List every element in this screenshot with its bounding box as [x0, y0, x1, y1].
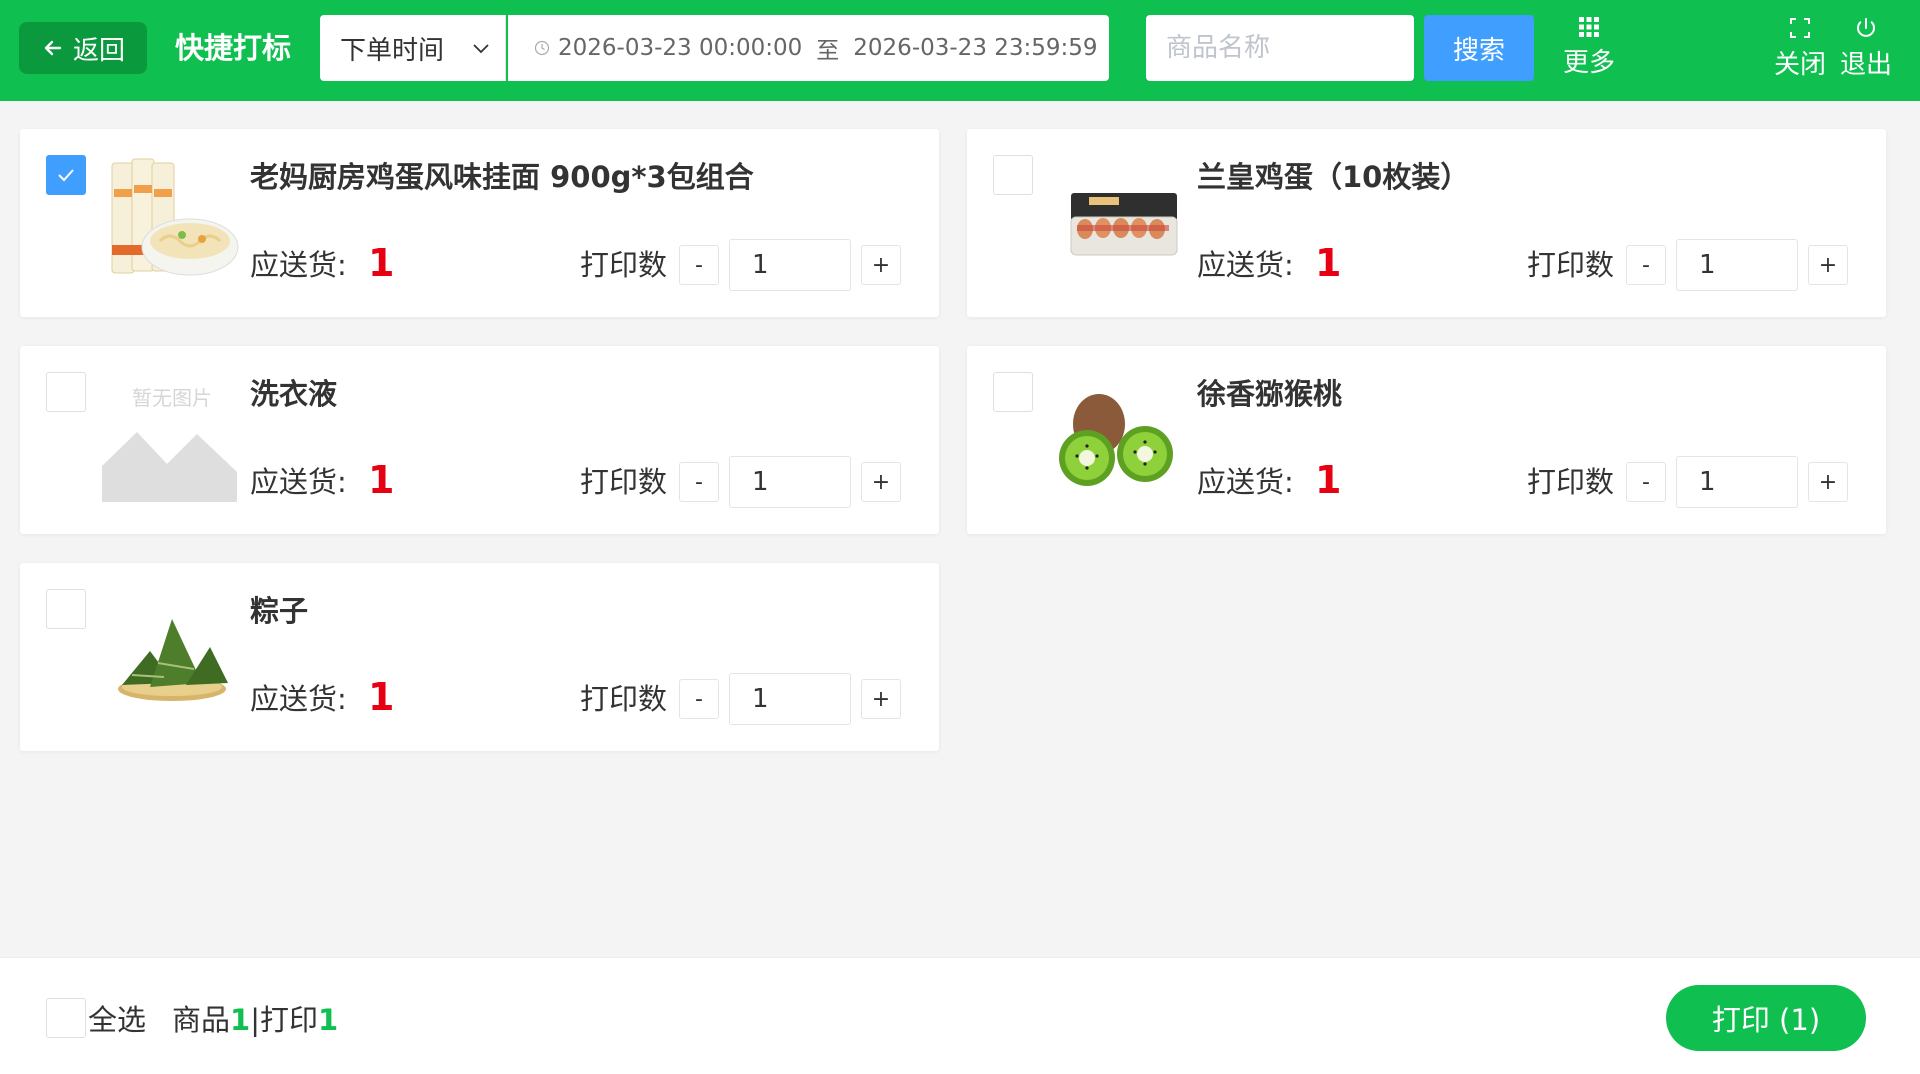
goods-count: 1: [230, 1003, 251, 1037]
egg-carton-image: [1049, 155, 1189, 285]
logout-button[interactable]: 退出: [1836, 16, 1896, 82]
print-label: 打印: [259, 1003, 318, 1037]
print-count-label: 打印数: [580, 248, 668, 282]
selection-summary: 商品1|打印1: [172, 1000, 338, 1040]
print-count: 1: [318, 1003, 339, 1037]
grid-icon: [1579, 17, 1599, 37]
search-button[interactable]: 搜索: [1424, 15, 1534, 81]
close-fullscreen-button[interactable]: 关闭: [1770, 16, 1830, 82]
increment-button[interactable]: +: [1808, 462, 1848, 502]
print-quantity-input[interactable]: [1676, 239, 1798, 291]
decrement-button[interactable]: -: [1626, 245, 1666, 285]
product-name-search-input[interactable]: [1146, 15, 1414, 81]
ship-quantity: 1: [368, 675, 395, 719]
date-separator: 至: [816, 38, 840, 64]
ship-quantity: 1: [1315, 241, 1342, 285]
print-quantity-input[interactable]: [1676, 456, 1798, 508]
select-all-label: 全选: [88, 1003, 147, 1037]
ship-label: 应送货:: [1197, 248, 1294, 282]
ship-quantity: 1: [1315, 458, 1342, 502]
product-name: 兰皇鸡蛋（10枚装）: [1197, 160, 1470, 194]
ship-label: 应送货:: [1197, 465, 1294, 499]
decrement-button[interactable]: -: [679, 245, 719, 285]
increment-button[interactable]: +: [861, 679, 901, 719]
noodles-package-image: [102, 155, 242, 285]
product-card: 粽子 应送货: 1 打印数 - +: [20, 563, 939, 751]
product-name: 徐香猕猴桃: [1197, 377, 1343, 411]
date-range-picker[interactable]: 2026-03-23 00:00:00 至 2026-03-23 23:59:5…: [508, 15, 1109, 81]
ship-label: 应送货:: [250, 465, 347, 499]
ship-label: 应送货:: [250, 682, 347, 716]
date-start: 2026-03-23 00:00:00: [558, 35, 803, 61]
goods-label: 商品: [172, 1003, 231, 1037]
product-checkbox[interactable]: [993, 155, 1033, 195]
check-icon: [58, 169, 74, 182]
page-title: 快捷打标: [175, 31, 292, 65]
time-filter-value: 下单时间: [340, 35, 445, 66]
ship-quantity: 1: [368, 241, 395, 285]
more-button-label: 更多: [1562, 48, 1615, 78]
increment-button[interactable]: +: [1808, 245, 1848, 285]
ship-quantity: 1: [368, 458, 395, 502]
fullscreen-icon: [1790, 18, 1810, 38]
product-card: 老妈厨房鸡蛋风味挂面 900g*3包组合 应送货: 1 打印数 - +: [20, 129, 939, 317]
logout-button-label: 退出: [1839, 50, 1892, 80]
ship-label: 应送货:: [250, 248, 347, 282]
product-checkbox[interactable]: [46, 155, 86, 195]
print-quantity-input[interactable]: [729, 456, 851, 508]
product-name: 粽子: [250, 594, 309, 628]
date-end: 2026-03-23 23:59:59: [853, 35, 1098, 61]
chevron-down-icon: [473, 44, 489, 54]
product-checkbox[interactable]: [46, 589, 86, 629]
print-quantity-input[interactable]: [729, 673, 851, 725]
zongzi-image: [102, 589, 242, 719]
arrow-left-icon: [44, 40, 62, 56]
no-image-placeholder: 暂无图片: [102, 372, 242, 502]
product-card: 暂无图片 洗衣液 应送货: 1 打印数 - +: [20, 346, 939, 534]
print-count-label: 打印数: [1527, 465, 1615, 499]
print-count-label: 打印数: [580, 465, 668, 499]
print-count-label: 打印数: [1527, 248, 1615, 282]
clock-icon: [534, 40, 550, 56]
top-header-bar: 返回 快捷打标 下单时间 2026-03-23 00:00:00 至 2026-…: [0, 0, 1920, 101]
increment-button[interactable]: +: [861, 462, 901, 502]
select-all-checkbox[interactable]: [46, 998, 86, 1038]
product-name: 老妈厨房鸡蛋风味挂面 900g*3包组合: [250, 160, 754, 194]
back-button[interactable]: 返回: [19, 22, 147, 74]
kiwi-fruit-image: [1049, 372, 1189, 502]
product-card: 兰皇鸡蛋（10枚装） 应送货: 1 打印数 - +: [967, 129, 1886, 317]
product-checkbox[interactable]: [993, 372, 1033, 412]
increment-button[interactable]: +: [861, 245, 901, 285]
more-button[interactable]: 更多: [1554, 16, 1624, 82]
footer-bar: 全选 商品1|打印1 打印 (1): [0, 957, 1920, 1074]
print-count-label: 打印数: [580, 682, 668, 716]
print-button[interactable]: 打印 (1): [1666, 985, 1866, 1051]
close-button-label: 关闭: [1773, 50, 1826, 80]
print-quantity-input[interactable]: [729, 239, 851, 291]
back-button-label: 返回: [72, 35, 125, 66]
decrement-button[interactable]: -: [679, 679, 719, 719]
product-checkbox[interactable]: [46, 372, 86, 412]
decrement-button[interactable]: -: [679, 462, 719, 502]
product-name: 洗衣液: [250, 377, 338, 411]
power-icon: [1857, 18, 1875, 37]
time-filter-select[interactable]: 下单时间: [320, 15, 506, 81]
decrement-button[interactable]: -: [1626, 462, 1666, 502]
product-card: 徐香猕猴桃 应送货: 1 打印数 - +: [967, 346, 1886, 534]
summary-divider: |: [250, 1003, 260, 1037]
